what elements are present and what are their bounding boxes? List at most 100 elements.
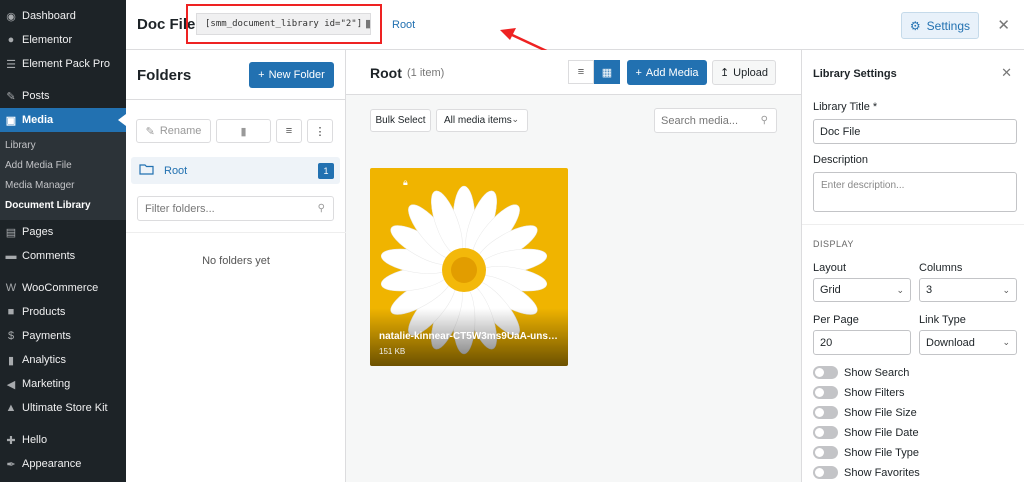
copy-icon[interactable]: ▮ [362, 17, 374, 31]
toggle-show-file-date[interactable]: Show File Date [813, 426, 919, 439]
sidebar-item-pages[interactable]: ▤ Pages [0, 220, 126, 244]
submenu-add-media-file[interactable]: Add Media File [0, 156, 126, 176]
toggle-switch[interactable] [813, 386, 838, 399]
submenu-library[interactable]: Library [0, 136, 126, 156]
search-media-input[interactable]: Search media... ⚲ [654, 108, 777, 133]
toggle-switch[interactable] [813, 466, 838, 479]
toggle-switch[interactable] [813, 426, 838, 439]
marketing-icon: ◀ [6, 378, 16, 391]
toggle-show-file-size[interactable]: Show File Size [813, 406, 917, 419]
sidebar-item-dashboard[interactable]: ◉ Dashboard [0, 4, 126, 28]
toggle-switch[interactable] [813, 446, 838, 459]
analytics-icon: ▮ [7, 354, 15, 367]
delete-button[interactable]: ▮ [216, 119, 271, 143]
add-media-label: Add Media [645, 66, 699, 79]
list-view-button[interactable]: ≡ [568, 60, 594, 84]
plus-icon: + [258, 69, 265, 81]
upload-icon: ↥ [719, 67, 730, 79]
woocommerce-icon: W [5, 282, 17, 294]
upload-label: Upload [733, 66, 769, 79]
columns-label: Columns [919, 262, 963, 274]
admin-sidebar: ◉ Dashboard ● Elementor ☰ Element Pack Pro … [0, 0, 126, 482]
pages-icon: ▤ [5, 226, 17, 239]
settings-button[interactable]: ⚙ Settings [900, 12, 979, 39]
sidebar-item-label: Media [22, 114, 54, 126]
media-type-select[interactable]: All media items ⌄ [436, 109, 528, 132]
toggle-show-search[interactable]: Show Search [813, 366, 909, 379]
element-pack-icon: ☰ [6, 58, 16, 71]
toggle-switch[interactable] [813, 406, 838, 419]
toggle-switch[interactable] [813, 366, 838, 379]
sidebar-item-appearance[interactable]: ✒ Appearance [0, 452, 126, 476]
submenu-media-manager[interactable]: Media Manager [0, 176, 126, 196]
toggle-show-file-type[interactable]: Show File Type [813, 446, 919, 459]
settings-title: Library Settings [813, 68, 897, 80]
chevron-down-icon: ⌄ [1002, 337, 1010, 347]
toggle-label: Show File Type [844, 446, 920, 459]
sidebar-item-elementor[interactable]: ● Elementor [0, 28, 126, 52]
sidebar-item-element-pack[interactable]: ☰ Element Pack Pro [0, 52, 126, 76]
sidebar-item-label: Appearance [22, 458, 82, 470]
add-media-button[interactable]: + Add Media [627, 60, 707, 85]
chevron-down-icon: ⌄ [896, 285, 904, 295]
sort-button[interactable]: ≡ [276, 119, 302, 143]
more-options-button[interactable]: ⋮ [307, 119, 333, 143]
description-textarea[interactable]: Enter description... [813, 172, 1017, 212]
library-title-input[interactable]: Doc File [813, 119, 1017, 144]
columns-select[interactable]: 3 ⌄ [919, 278, 1017, 302]
sort-icon: ≡ [285, 125, 293, 137]
toggle-show-filters[interactable]: Show Filters [813, 386, 905, 399]
grid-view-button[interactable]: ▦ [594, 60, 620, 84]
submenu-document-library[interactable]: Document Library [0, 196, 126, 216]
sidebar-item-products[interactable]: ■ Products [0, 300, 126, 324]
media-card[interactable]: 🔒︎ natalie-kinnear-CT5W3ms9UaA-uns… 151 … [370, 168, 568, 366]
sidebar-item-label: WooCommerce [22, 282, 99, 294]
layout-select[interactable]: Grid ⌄ [813, 278, 911, 302]
view-toggle: ≡ ▦ [568, 60, 620, 84]
lock-icon: 🔒︎ [403, 177, 408, 187]
rename-label: Rename [159, 125, 202, 137]
sidebar-item-marketing[interactable]: ◀ Marketing [0, 372, 126, 396]
trash-icon: ▮ [240, 125, 247, 138]
sidebar-item-analytics[interactable]: ▮ Analytics [0, 348, 126, 372]
grid-icon: ▦ [601, 66, 613, 79]
new-folder-button[interactable]: + New Folder [249, 62, 334, 88]
layout-label: Layout [813, 262, 847, 274]
main-header: Root (1 item) ≡ ▦ + Add Media ↥ Upload [346, 50, 801, 95]
elementor-icon: ● [7, 34, 15, 46]
media-icon: ▣ [5, 114, 17, 127]
columns-value: 3 [926, 284, 933, 296]
sidebar-item-media[interactable]: ▣ Media [0, 108, 126, 132]
chevron-down-icon: ⌄ [511, 114, 519, 124]
toggle-label: Show Filters [844, 386, 905, 399]
folder-label: Root [164, 164, 188, 177]
breadcrumb-root[interactable]: Root [392, 19, 415, 31]
sidebar-item-hello[interactable]: ✚ Hello [0, 428, 126, 452]
close-icon[interactable]: ✕ [1001, 65, 1012, 81]
sidebar-item-comments[interactable]: ▬ Comments [0, 244, 126, 268]
display-heading: DISPLAY [813, 239, 854, 249]
folder-item-root[interactable]: Root 1 [131, 157, 340, 184]
rename-button[interactable]: ✎ Rename [136, 119, 211, 143]
filter-folders-input[interactable]: Filter folders... ⚲ [137, 196, 334, 221]
top-bar: Doc File [smm_document_library id="2"] ▮… [126, 0, 1024, 76]
toggle-label: Show Search [844, 366, 910, 379]
toggle-show-favorites[interactable]: Show Favorites [813, 466, 920, 479]
bulk-select-button[interactable]: Bulk Select [370, 109, 431, 132]
list-icon: ≡ [577, 66, 585, 78]
upload-button[interactable]: ↥ Upload [712, 60, 776, 85]
close-icon[interactable]: ✕ [997, 16, 1010, 34]
pencil-icon: ✎ [145, 125, 155, 138]
hello-icon: ✚ [6, 434, 16, 447]
file-size: 151 KB [379, 347, 406, 356]
description-label: Description [813, 154, 869, 166]
shortcode-display[interactable]: [smm_document_library id="2"] [196, 13, 372, 35]
sidebar-item-posts[interactable]: ✎ Posts [0, 84, 126, 108]
sidebar-item-payments[interactable]: $ Payments [0, 324, 126, 348]
per-page-input[interactable]: 20 [813, 330, 911, 355]
sidebar-item-woocommerce[interactable]: W WooCommerce [0, 276, 126, 300]
sidebar-item-ultimate-store-kit[interactable]: ▲ Ultimate Store Kit [0, 396, 126, 420]
link-type-select[interactable]: Download ⌄ [919, 330, 1017, 355]
divider [802, 224, 1024, 225]
folders-panel: Folders + New Folder ✎ Rename ▮ ≡ ⋮ Root 1… [126, 50, 346, 482]
